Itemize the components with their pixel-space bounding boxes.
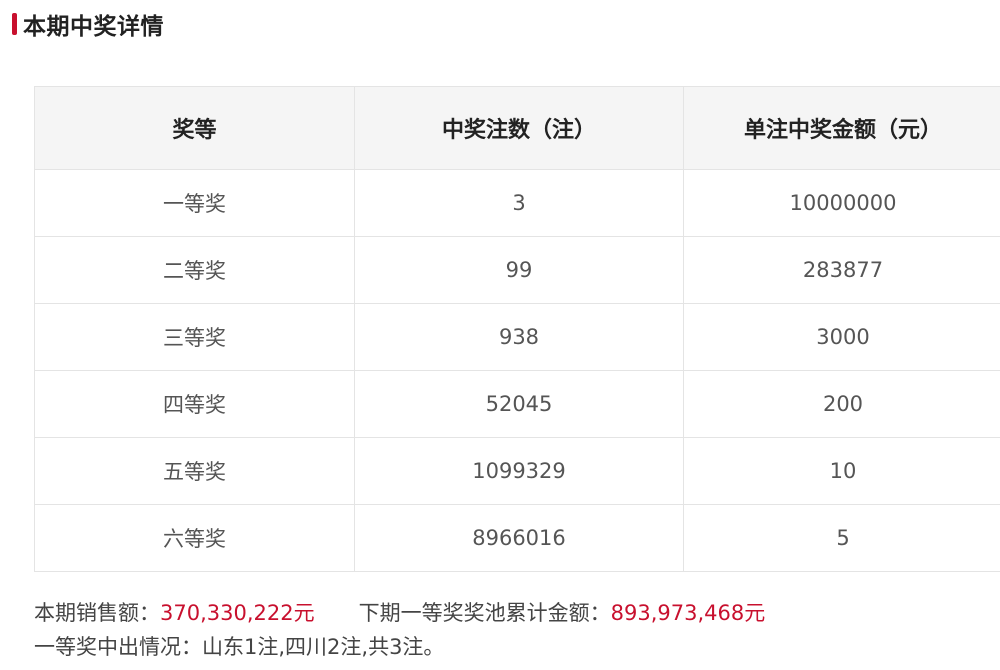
cell-count: 8966016 <box>354 504 684 572</box>
cell-level: 三等奖 <box>34 303 355 371</box>
sales-label: 本期销售额： <box>34 601 160 625</box>
cell-level: 一等奖 <box>34 169 355 237</box>
cell-count: 3 <box>354 169 684 237</box>
header-count: 中奖注数（注） <box>354 86 684 170</box>
summary: 本期销售额：370,330,222元 下期一等奖奖池累计金额：893,973,46… <box>34 596 765 664</box>
table-header-row: 奖等 中奖注数（注） 单注中奖金额（元） <box>34 86 1000 170</box>
pool-value: 893,973,468元 <box>610 601 766 625</box>
table-row: 二等奖 99 283877 <box>34 236 1000 304</box>
cell-level: 五等奖 <box>34 437 355 505</box>
table-row: 六等奖 8966016 5 <box>34 504 1000 572</box>
section-header: 本期中奖详情 <box>12 8 164 40</box>
table-row: 五等奖 1099329 10 <box>34 437 1000 505</box>
table-row: 四等奖 52045 200 <box>34 370 1000 438</box>
cell-count: 99 <box>354 236 684 304</box>
sales-value: 370,330,222元 <box>160 601 315 625</box>
table-row: 一等奖 3 10000000 <box>34 169 1000 237</box>
cell-count: 938 <box>354 303 684 371</box>
cell-amount: 10 <box>683 437 1000 505</box>
section-title: 本期中奖详情 <box>23 14 164 40</box>
title-accent-bar <box>12 13 17 35</box>
cell-amount: 3000 <box>683 303 1000 371</box>
cell-count: 1099329 <box>354 437 684 505</box>
prize-table: 奖等 中奖注数（注） 单注中奖金额（元） 一等奖 3 10000000 二等奖 … <box>34 86 1000 572</box>
summary-line-sales: 本期销售额：370,330,222元 下期一等奖奖池累计金额：893,973,46… <box>34 596 765 630</box>
pool-label: 下期一等奖奖池累计金额： <box>358 601 611 625</box>
summary-line-winners: 一等奖中出情况：山东1注,四川2注,共3注。 <box>34 635 445 659</box>
table-row: 三等奖 938 3000 <box>34 303 1000 371</box>
header-level: 奖等 <box>34 86 355 170</box>
cell-level: 四等奖 <box>34 370 355 438</box>
header-amount: 单注中奖金额（元） <box>683 86 1000 170</box>
cell-level: 六等奖 <box>34 504 355 572</box>
cell-amount: 283877 <box>683 236 1000 304</box>
cell-amount: 200 <box>683 370 1000 438</box>
cell-amount: 5 <box>683 504 1000 572</box>
cell-count: 52045 <box>354 370 684 438</box>
cell-amount: 10000000 <box>683 169 1000 237</box>
cell-level: 二等奖 <box>34 236 355 304</box>
page: 本期中奖详情 奖等 中奖注数（注） 单注中奖金额（元） 一等奖 3 100000… <box>0 0 1000 670</box>
